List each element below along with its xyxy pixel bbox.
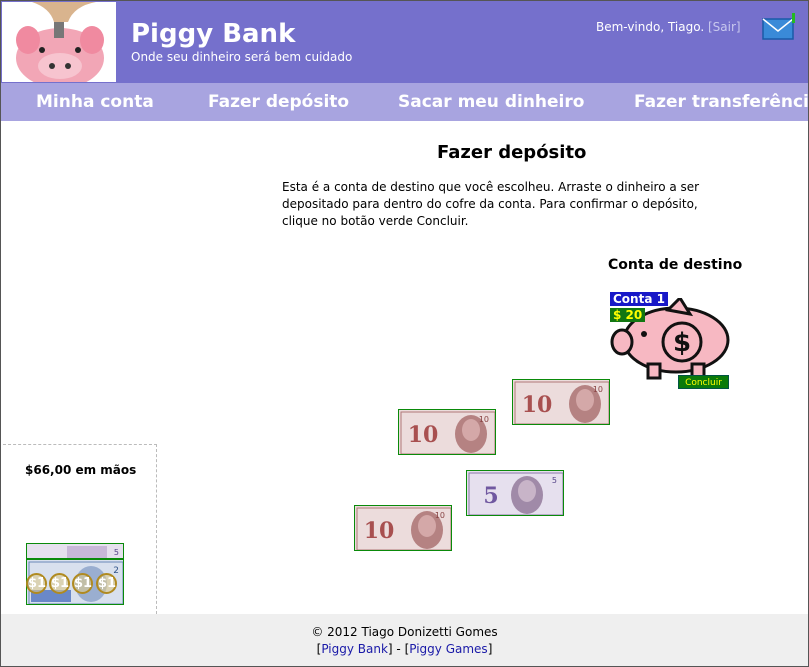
brand-title: Piggy Bank bbox=[131, 19, 296, 49]
draggable-bill[interactable]: 10 10 bbox=[512, 379, 610, 425]
draggable-bill[interactable]: 10 10 bbox=[354, 505, 452, 551]
draggable-bill[interactable]: 10 10 bbox=[398, 409, 496, 455]
nav-fazer-transferencia[interactable]: Fazer transferência bbox=[634, 92, 808, 112]
account-name-badge: Conta 1 bbox=[610, 292, 668, 306]
draggable-bill[interactable]: 5 5 bbox=[466, 470, 564, 516]
svg-text:5: 5 bbox=[483, 483, 498, 509]
wallet-coin[interactable]: $1 bbox=[26, 573, 47, 594]
svg-text:10: 10 bbox=[364, 518, 395, 544]
destination-title: Conta de destino bbox=[608, 257, 743, 273]
wallet-coin[interactable]: $1 bbox=[96, 573, 117, 594]
confirm-button[interactable]: Concluir bbox=[678, 375, 729, 389]
header: Piggy Bank Onde seu dinheiro será bem cu… bbox=[1, 1, 808, 83]
svg-text:10: 10 bbox=[479, 415, 489, 424]
footer: © 2012 Tiago Donizetti Gomes [Piggy Bank… bbox=[1, 614, 808, 666]
piggy-bank-logo bbox=[2, 2, 116, 82]
wallet-bill[interactable]: 5 bbox=[26, 543, 124, 559]
main-nav: Minha conta Fazer depósito Sacar meu din… bbox=[1, 83, 808, 121]
svg-text:5: 5 bbox=[114, 548, 119, 557]
svg-text:10: 10 bbox=[408, 422, 439, 448]
intro-text: Esta é a conta de destino que você escol… bbox=[282, 180, 700, 228]
mail-icon[interactable] bbox=[762, 13, 796, 41]
wallet-coin[interactable]: $1 bbox=[49, 573, 70, 594]
wallet-coin[interactable]: $1 bbox=[72, 573, 93, 594]
logout-link[interactable]: Sair bbox=[713, 20, 736, 34]
welcome-text: Bem-vindo, Tiago. bbox=[596, 20, 705, 34]
svg-text:10: 10 bbox=[522, 392, 553, 418]
piggy-bank-link[interactable]: Piggy Bank bbox=[321, 642, 388, 656]
piggy-games-link[interactable]: Piggy Games bbox=[409, 642, 487, 656]
svg-text:2: 2 bbox=[113, 566, 119, 576]
welcome-area: Bem-vindo, Tiago. [Sair] bbox=[596, 20, 741, 34]
wallet-amount: $66,00 em mãos bbox=[25, 463, 137, 477]
svg-text:10: 10 bbox=[593, 385, 603, 394]
footer-links: [Piggy Bank] - [Piggy Games] bbox=[316, 642, 493, 656]
brand-subtitle: Onde seu dinheiro será bem cuidado bbox=[131, 50, 353, 64]
copyright-text: © 2012 Tiago Donizetti Gomes bbox=[311, 625, 498, 639]
nav-minha-conta[interactable]: Minha conta bbox=[36, 92, 154, 112]
nav-fazer-deposito[interactable]: Fazer depósito bbox=[208, 92, 349, 112]
nav-sacar-dinheiro[interactable]: Sacar meu dinheiro bbox=[398, 92, 584, 112]
page-title: Fazer depósito bbox=[437, 142, 587, 163]
app-frame: Piggy Bank Onde seu dinheiro será bem cu… bbox=[0, 0, 809, 667]
account-balance-badge: $ 20 bbox=[610, 308, 646, 322]
svg-text:$: $ bbox=[673, 328, 691, 358]
svg-text:5: 5 bbox=[552, 476, 557, 485]
svg-text:10: 10 bbox=[435, 511, 445, 520]
